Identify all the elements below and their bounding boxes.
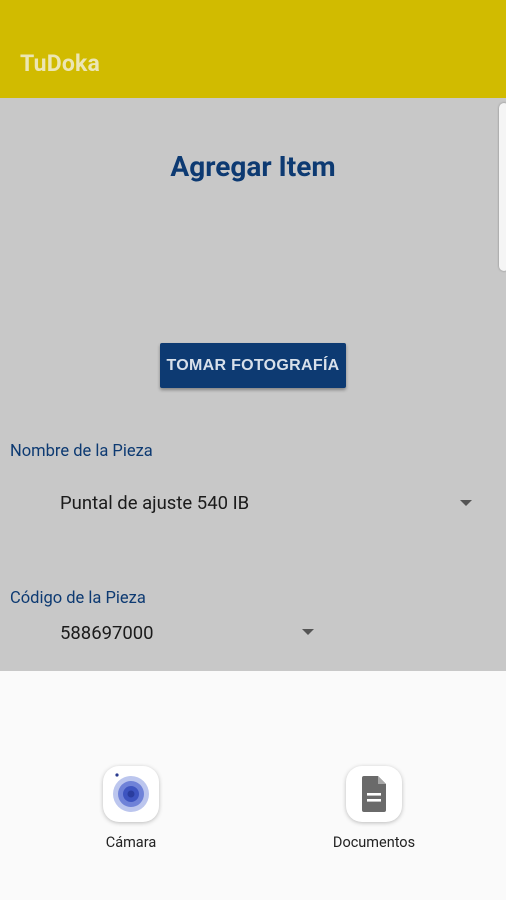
chevron-down-icon xyxy=(460,500,472,506)
document-icon xyxy=(346,766,402,822)
page-title: Agregar Item xyxy=(170,150,336,183)
app-title: TuDoka xyxy=(20,50,101,77)
camera-icon xyxy=(103,766,159,822)
part-code-label: Código de la Pieza xyxy=(10,589,146,608)
part-code-value: 588697000 xyxy=(60,622,154,644)
take-photo-button[interactable]: TOMAR FOTOGRAFÍA xyxy=(160,343,346,388)
app-bar: TuDoka xyxy=(0,0,506,98)
part-name-label: Nombre de la Pieza xyxy=(10,442,153,461)
chevron-down-icon xyxy=(302,629,314,635)
scroll-handle[interactable] xyxy=(499,103,506,271)
share-option-camera[interactable]: Cámara xyxy=(61,766,201,851)
share-option-documents[interactable]: Documentos xyxy=(304,766,444,851)
part-name-value: Puntal de ajuste 540 IB xyxy=(60,492,250,514)
share-option-documents-label: Documentos xyxy=(332,834,416,851)
share-sheet: Cámara Documentos xyxy=(0,671,506,900)
add-item-form: Agregar Item TOMAR FOTOGRAFÍA Nombre de … xyxy=(0,98,506,671)
share-option-camera-label: Cámara xyxy=(105,834,157,851)
